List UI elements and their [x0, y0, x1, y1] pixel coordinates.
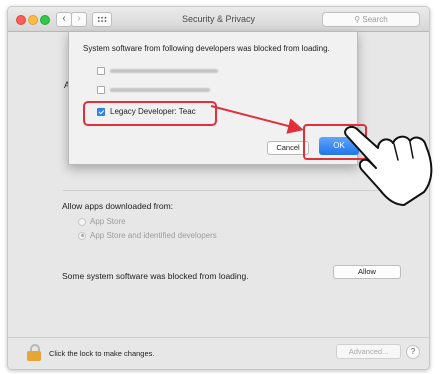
arrow-icon: [210, 105, 304, 134]
annotation-overlay: [210, 105, 433, 206]
hand-pointer-icon: [344, 125, 433, 206]
